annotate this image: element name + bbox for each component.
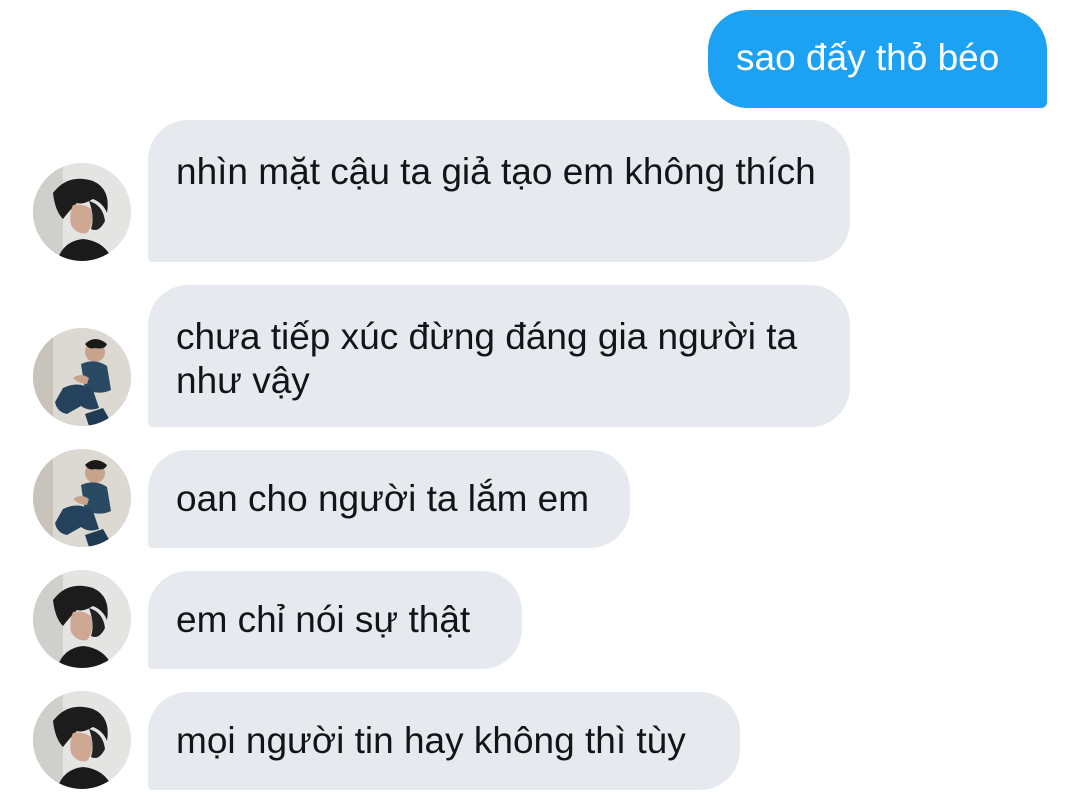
incoming-message-bubble[interactable]: oan cho người ta lắm em [148, 450, 630, 548]
outgoing-message-bubble[interactable]: sao đấy thỏ béo [708, 10, 1047, 108]
message-text: mọi người tin hay không thì tùy [176, 720, 686, 761]
incoming-message-bubble[interactable]: em chỉ nói sự thật [148, 571, 522, 669]
avatar-face-photo[interactable] [33, 691, 131, 789]
message-text: sao đấy thỏ béo [736, 37, 1000, 78]
incoming-message-bubble[interactable]: mọi người tin hay không thì tùy [148, 692, 740, 790]
message-text: em chỉ nói sự thật [176, 599, 471, 640]
avatar-sitting-photo[interactable] [33, 328, 131, 426]
incoming-message-bubble[interactable]: chưa tiếp xúc đừng đáng gia người ta như… [148, 285, 850, 427]
message-text: nhìn mặt cậu ta giả tạo em không thích [176, 151, 816, 192]
incoming-message-bubble[interactable]: nhìn mặt cậu ta giả tạo em không thích [148, 120, 850, 262]
avatar-sitting-photo[interactable] [33, 449, 131, 547]
message-text: oan cho người ta lắm em [176, 478, 590, 519]
chat-thread: sao đấy thỏ béo nhìn mặt cậu ta giả tạo … [0, 0, 1078, 810]
avatar-face-photo[interactable] [33, 163, 131, 261]
message-text: chưa tiếp xúc đừng đáng gia người ta như… [176, 316, 798, 401]
avatar-face-photo[interactable] [33, 570, 131, 668]
